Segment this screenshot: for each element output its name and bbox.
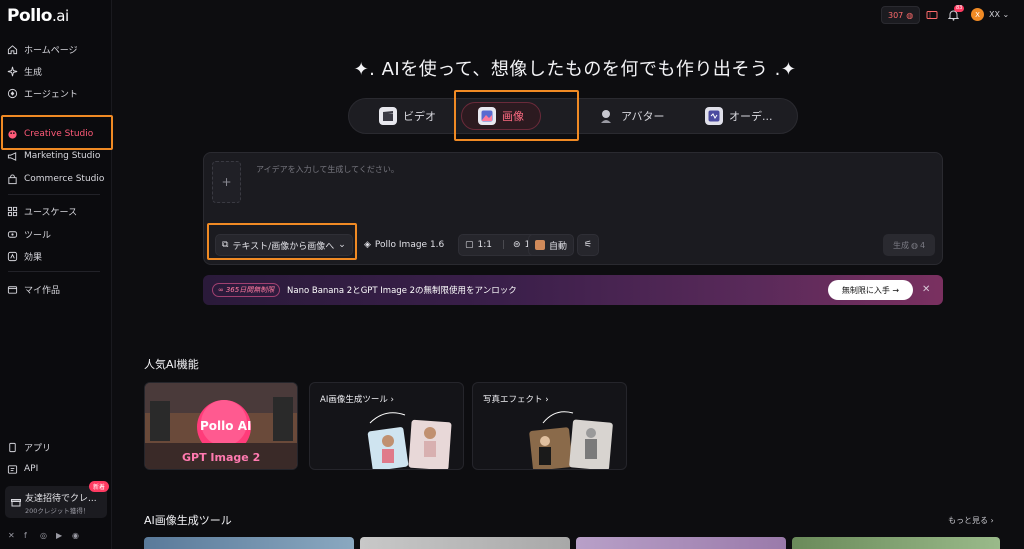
avatar-head-icon: [597, 107, 615, 125]
style-thumb-icon: [535, 240, 545, 250]
notification-badge: 83: [954, 5, 965, 12]
ratio-select[interactable]: ▢ 1:1 | ⊜ 1: [458, 234, 538, 256]
sidebar: Pollo.ai ホームページ 生成 エージェント Creative Studi…: [0, 0, 112, 549]
model-icon: ◈: [364, 240, 371, 250]
app-icon: [6, 441, 18, 453]
sparkle-icon: [6, 65, 18, 77]
tool-icon: [6, 228, 18, 240]
card-illustration: [367, 412, 452, 469]
image-icon: [478, 107, 496, 125]
card-ai-image-generator[interactable]: AI画像生成ツール ›: [309, 382, 464, 470]
section-title-popular: 人気AI機能: [144, 358, 199, 371]
gift-icon: [11, 492, 21, 511]
image-to-image-icon: ⧉: [222, 240, 229, 250]
promo-banner: ∞ 365日間無制限 Nano Banana 2とGPT Image 2の無制限使…: [203, 275, 943, 305]
infinity-icon: ∞: [218, 286, 224, 294]
card-overlay-model: GPT Image 2: [182, 451, 261, 464]
tool-thumb[interactable]: [360, 537, 570, 549]
ratio-icon: ▢: [465, 240, 474, 250]
tab-audio[interactable]: オーデ...: [705, 99, 773, 133]
new-badge: 新着: [88, 481, 109, 492]
card-illustration: [529, 411, 613, 469]
sidebar-item-generate[interactable]: 生成: [6, 61, 108, 81]
tab-video[interactable]: ビデオ: [379, 99, 436, 133]
model-select[interactable]: ◈ Pollo Image 1.6: [357, 234, 451, 256]
sidebar-item-marketing-studio[interactable]: Marketing Studio: [6, 146, 108, 166]
agent-icon: [6, 87, 18, 99]
audio-icon: [705, 107, 723, 125]
auto-style-select[interactable]: 自動: [528, 234, 575, 256]
coin-icon: ◍: [906, 10, 914, 20]
sidebar-item-tools[interactable]: ツール: [6, 224, 108, 244]
upload-image-button[interactable]: +: [212, 161, 241, 203]
app-root: Pollo.ai ホームページ 生成 エージェント Creative Studi…: [0, 0, 1024, 549]
invite-subtitle: 200クレジット獲得！: [25, 507, 90, 515]
count-icon: ⊜: [513, 240, 521, 250]
unlock-unlimited-button[interactable]: 無制限に入手 →: [828, 280, 913, 300]
invite-friends-card[interactable]: 友達招待でクレ... 200クレジット獲得！ 新着: [5, 481, 109, 518]
sidebar-item-use-cases[interactable]: ユースケース: [6, 201, 108, 221]
chevron-down-icon: ⌄: [338, 240, 346, 250]
social-links: ✕ f ◎ ▶ ◉: [8, 532, 80, 540]
palette-icon: [6, 128, 18, 140]
card-overlay-brand: Pollo AI: [200, 419, 252, 433]
promo-message: Nano Banana 2とGPT Image 2の無制限使用をアンロック: [287, 286, 517, 296]
folder-icon: [6, 283, 18, 295]
ticket-icon[interactable]: [925, 8, 939, 22]
divider: [8, 271, 100, 272]
divider: [8, 194, 100, 195]
section-title-tools: AI画像生成ツール: [144, 514, 232, 527]
sidebar-item-app[interactable]: アプリ: [6, 437, 108, 457]
mode-tabs: ビデオ 画像 アバター オーデ...: [348, 98, 798, 134]
invite-title: 友達招待でクレ...: [25, 494, 97, 504]
tool-thumb[interactable]: [792, 537, 1000, 549]
tool-thumb[interactable]: [576, 537, 786, 549]
megaphone-icon: [6, 150, 18, 162]
plus-icon: +: [221, 175, 232, 189]
card-pollo-ai-gpt-image[interactable]: Pollo AI GPT Image 2: [144, 382, 298, 470]
youtube-icon[interactable]: ▶: [56, 532, 64, 540]
sidebar-item-creative-studio[interactable]: Creative Studio: [6, 124, 108, 144]
see-more-link[interactable]: もっと見る ›: [948, 515, 994, 526]
generate-button[interactable]: 生成 ◍ 4: [883, 234, 935, 256]
prompt-panel: + アイデアを入力して生成してください。 ⧉ テキスト/画像から画像へ ⌄ ◈ …: [203, 152, 943, 265]
avatar[interactable]: X: [971, 8, 984, 21]
bag-icon: [6, 173, 18, 185]
chevron-down-icon: ⌄: [1002, 10, 1010, 19]
promo-pill: ∞ 365日間無制限: [212, 283, 281, 297]
clapperboard-icon: [379, 107, 397, 125]
prompt-input[interactable]: アイデアを入力して生成してください。: [256, 164, 399, 175]
sliders-icon: ⚟: [583, 240, 593, 250]
facebook-icon[interactable]: f: [24, 532, 32, 540]
user-menu[interactable]: XX ⌄: [989, 10, 1009, 19]
sidebar-item-agent[interactable]: エージェント: [6, 83, 108, 103]
tab-avatar[interactable]: アバター: [597, 99, 665, 133]
sidebar-item-api[interactable]: API: [6, 459, 108, 479]
grid-icon: [6, 205, 18, 217]
discord-icon[interactable]: ◉: [72, 532, 80, 540]
card-photo-effects[interactable]: 写真エフェクト ›: [472, 382, 627, 470]
coin-icon: ◍: [910, 240, 918, 250]
home-icon: [6, 43, 18, 55]
close-icon[interactable]: ✕: [922, 284, 930, 295]
effects-icon: [6, 250, 18, 262]
instagram-icon[interactable]: ◎: [40, 532, 48, 540]
tab-image[interactable]: 画像: [461, 102, 541, 130]
sidebar-item-my-works[interactable]: マイ作品: [6, 279, 108, 299]
sidebar-item-commerce-studio[interactable]: Commerce Studio: [6, 169, 108, 189]
api-icon: [6, 463, 18, 475]
mode-select[interactable]: ⧉ テキスト/画像から画像へ ⌄: [215, 234, 353, 256]
logo[interactable]: Pollo.ai: [7, 6, 69, 26]
sidebar-item-effects[interactable]: 効果: [6, 246, 108, 266]
credits-display[interactable]: 307 ◍: [881, 6, 921, 24]
settings-button[interactable]: ⚟: [577, 234, 599, 256]
sidebar-item-home[interactable]: ホームページ: [6, 39, 108, 59]
hero-title: ✦. AIを使って、想像したものを何でも作り出そう .✦: [353, 59, 797, 80]
x-icon[interactable]: ✕: [8, 532, 16, 540]
tool-thumb[interactable]: [144, 537, 354, 549]
